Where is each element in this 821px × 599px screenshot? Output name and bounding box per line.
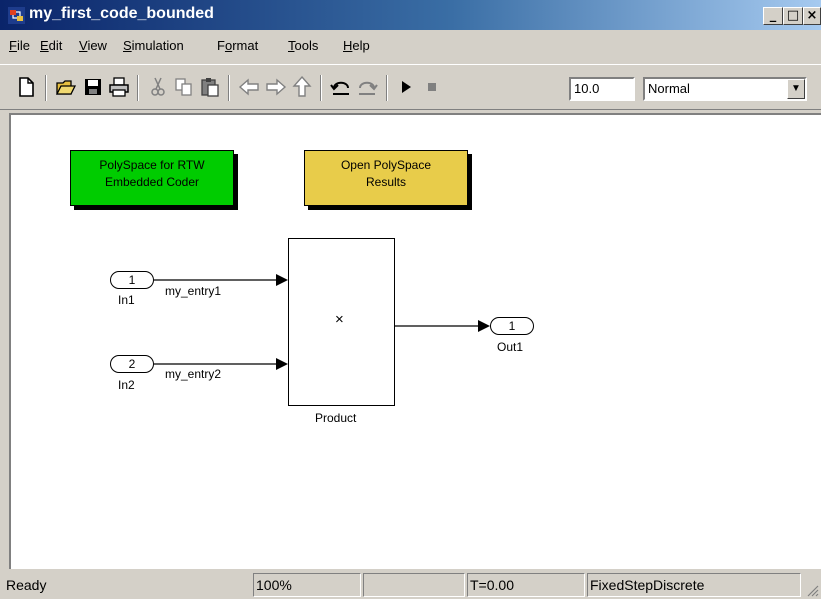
chevron-down-icon[interactable]: ▼ <box>787 79 805 99</box>
toolbar: 10.0 Normal ▼ <box>0 64 821 110</box>
simulink-model-window: my_first_code_bounded _ □ × File Edit Vi… <box>0 0 821 599</box>
start-simulation-button[interactable] <box>395 75 417 99</box>
stop-time-input[interactable]: 10.0 <box>569 77 635 101</box>
signal-label-my-entry1[interactable]: my_entry1 <box>165 284 221 298</box>
undo-icon <box>330 81 349 95</box>
inport-in2-label: In2 <box>118 378 135 392</box>
open-button[interactable] <box>55 75 77 99</box>
status-empty-field <box>363 573 465 597</box>
status-solver: FixedStepDiscrete <box>587 573 801 597</box>
status-bar: Ready 100% T=0.00 FixedStepDiscrete <box>0 569 821 599</box>
minimize-icon: _ <box>769 8 777 23</box>
model-canvas[interactable]: PolySpace for RTW Embedded Coder Open Po… <box>9 113 821 569</box>
copy-icon <box>175 78 192 96</box>
menu-format[interactable]: Format <box>217 38 258 53</box>
product-block[interactable]: × <box>288 238 395 406</box>
forward-button[interactable] <box>265 75 287 99</box>
signal-lines <box>154 274 490 370</box>
status-zoom: 100% <box>253 573 361 597</box>
paste-button[interactable] <box>199 75 221 99</box>
minimize-button[interactable]: _ <box>763 7 783 25</box>
outport-out1-label: Out1 <box>497 340 524 354</box>
menu-help[interactable]: Help <box>343 38 370 53</box>
outport-out1[interactable]: 1 <box>490 317 534 335</box>
undo-button[interactable] <box>330 75 352 99</box>
multiply-icon: × <box>335 311 344 328</box>
close-button[interactable]: × <box>803 7 821 25</box>
simulation-mode-value: Normal <box>648 81 690 96</box>
copy-button[interactable] <box>173 75 195 99</box>
up-arrow-icon <box>292 75 312 97</box>
up-button[interactable] <box>291 75 313 99</box>
redo-icon <box>359 81 378 95</box>
menu-tools[interactable]: Tools <box>288 38 318 53</box>
back-button[interactable] <box>238 75 260 99</box>
menu-edit[interactable]: Edit <box>40 38 62 53</box>
toolbar-separator <box>228 75 230 101</box>
save-button[interactable] <box>82 75 104 99</box>
cut-button[interactable] <box>147 75 169 99</box>
product-block-label: Product <box>315 411 357 425</box>
print-icon <box>109 77 129 97</box>
status-state: Ready <box>6 577 47 593</box>
close-icon: × <box>806 8 818 23</box>
open-folder-icon <box>55 80 77 95</box>
inport-in1[interactable]: 1 <box>110 271 154 289</box>
resize-grip-icon[interactable] <box>805 583 819 597</box>
menu-file[interactable]: File <box>9 38 30 53</box>
toolbar-separator <box>386 75 388 101</box>
new-file-icon <box>19 77 34 97</box>
maximize-button[interactable]: □ <box>783 7 803 25</box>
simulink-app-icon <box>8 7 25 24</box>
toolbar-separator <box>45 75 47 101</box>
new-model-button[interactable] <box>15 75 37 99</box>
print-button[interactable] <box>108 75 130 99</box>
inport-in1-label: In1 <box>118 293 135 307</box>
forward-arrow-icon <box>266 78 287 96</box>
stop-simulation-icon <box>428 83 436 91</box>
back-arrow-icon <box>238 78 259 96</box>
redo-button[interactable] <box>356 75 378 99</box>
status-time: T=0.00 <box>467 573 585 597</box>
simulation-mode-select[interactable]: Normal ▼ <box>643 77 807 101</box>
stop-simulation-button[interactable] <box>421 75 443 99</box>
signal-label-my-entry2[interactable]: my_entry2 <box>165 367 221 381</box>
title-bar[interactable]: my_first_code_bounded _ □ × <box>0 0 821 30</box>
cut-icon <box>151 77 165 96</box>
inport-in2[interactable]: 2 <box>110 355 154 373</box>
menu-view[interactable]: View <box>79 38 107 53</box>
window-title: my_first_code_bounded <box>29 5 214 22</box>
save-icon <box>85 79 101 95</box>
paste-icon <box>201 78 219 97</box>
start-simulation-icon <box>402 81 411 93</box>
menu-bar: File Edit View Simulation Format Tools H… <box>0 33 821 59</box>
maximize-icon: □ <box>786 8 800 23</box>
toolbar-separator <box>320 75 322 101</box>
menu-simulation[interactable]: Simulation <box>123 38 184 53</box>
toolbar-separator <box>137 75 139 101</box>
